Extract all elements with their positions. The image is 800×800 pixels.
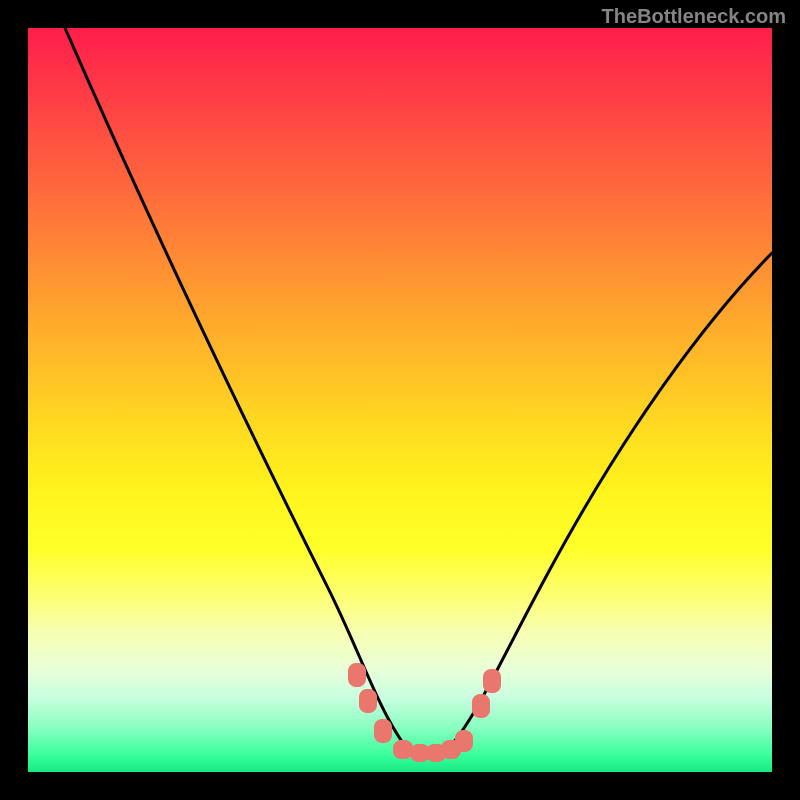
watermark-text: TheBottleneck.com [602, 6, 786, 29]
chart-plot-area [28, 28, 772, 772]
curve-markers [348, 663, 501, 762]
chart-svg [28, 28, 772, 772]
chart-frame: TheBottleneck.com [0, 0, 800, 800]
bottleneck-curve [65, 28, 772, 758]
